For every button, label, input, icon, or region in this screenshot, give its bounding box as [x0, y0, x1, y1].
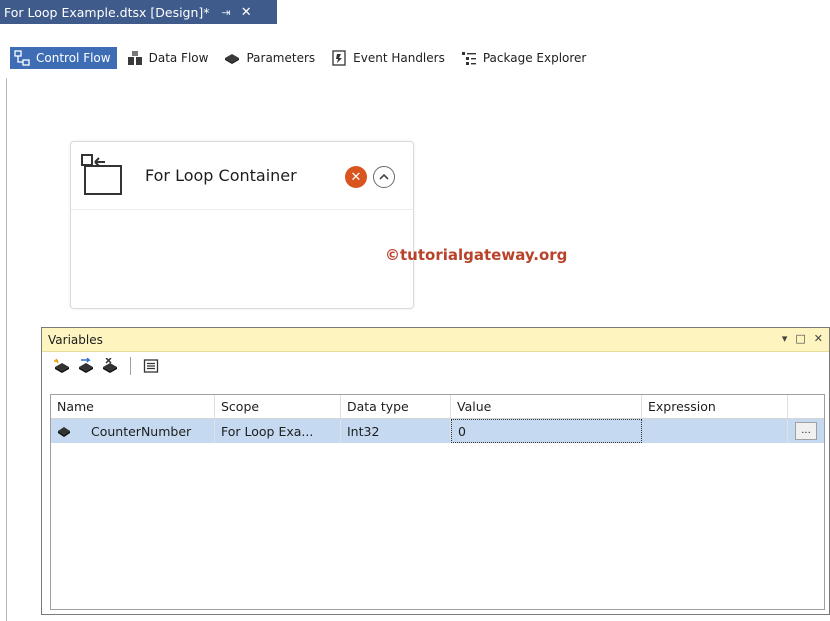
container-title: For Loop Container [145, 166, 297, 185]
variable-icon [57, 425, 71, 437]
column-header-blank [788, 395, 824, 418]
tab-data-flow[interactable]: Data Flow [123, 47, 215, 69]
tab-label: Package Explorer [482, 51, 587, 65]
variables-toolbar [42, 352, 829, 380]
table-row[interactable]: CounterNumber For Loop Exa... Int32 0 ..… [51, 419, 824, 443]
pin-icon[interactable]: ⇥ [222, 6, 231, 19]
tab-label: Event Handlers [353, 51, 445, 65]
cell-scope[interactable]: For Loop Exa... [215, 419, 341, 443]
close-icon[interactable]: ✕ [814, 332, 823, 345]
cell-value[interactable]: 0 [451, 419, 642, 443]
event-handlers-icon [331, 50, 347, 66]
for-loop-container[interactable]: For Loop Container ✕ [70, 141, 414, 309]
column-header-scope[interactable]: Scope [215, 395, 341, 418]
panel-controls: ▾ □ ✕ [782, 332, 823, 345]
tab-parameters[interactable]: Parameters [220, 47, 321, 69]
grid-header: Name Scope Data type Value Expression [51, 395, 824, 419]
column-header-name[interactable]: Name [51, 395, 215, 418]
panel-title: Variables [48, 332, 103, 347]
cell-button: ... [788, 419, 824, 443]
cell-name[interactable]: CounterNumber [51, 419, 215, 443]
maximize-icon[interactable]: □ [795, 332, 805, 345]
column-header-data-type[interactable]: Data type [341, 395, 451, 418]
tab-control-flow[interactable]: Control Flow [10, 47, 117, 69]
data-flow-icon [127, 50, 143, 66]
collapse-icon[interactable] [373, 166, 395, 188]
close-tab-icon[interactable]: ✕ [241, 5, 252, 20]
add-variable-icon[interactable] [52, 356, 72, 376]
variables-panel: Variables ▾ □ ✕ Name Scope Data type Val… [41, 327, 830, 615]
column-header-expression[interactable]: Expression [642, 395, 788, 418]
tab-label: Data Flow [148, 51, 209, 65]
tab-event-handlers[interactable]: Event Handlers [327, 47, 451, 69]
variables-grid: Name Scope Data type Value Expression Co… [50, 394, 825, 610]
variables-panel-title: Variables ▾ □ ✕ [42, 328, 829, 352]
cell-expression[interactable] [642, 419, 788, 443]
move-variable-icon[interactable] [76, 356, 96, 376]
error-icon[interactable]: ✕ [345, 166, 367, 188]
grid-options-icon[interactable] [141, 356, 161, 376]
tab-label: Control Flow [36, 51, 111, 65]
dropdown-icon[interactable]: ▾ [782, 332, 788, 345]
document-tabstrip: For Loop Example.dtsx [Design]* ⇥ ✕ [0, 0, 830, 38]
variable-name: CounterNumber [91, 423, 192, 439]
control-flow-icon [14, 50, 30, 66]
document-tab-title: For Loop Example.dtsx [Design]* [4, 4, 210, 20]
expression-ellipsis-button[interactable]: ... [795, 422, 817, 440]
delete-variable-icon[interactable] [100, 356, 120, 376]
document-tab[interactable]: For Loop Example.dtsx [Design]* ⇥ ✕ [0, 0, 277, 24]
column-header-value[interactable]: Value [451, 395, 642, 418]
designer-tabs: Control Flow Data Flow Parameters Event … [10, 46, 598, 70]
tab-label: Parameters [246, 51, 316, 65]
watermark: ©tutorialgateway.org [385, 246, 568, 264]
cell-data-type[interactable]: Int32 [341, 419, 451, 443]
tab-package-explorer[interactable]: Package Explorer [457, 47, 593, 69]
toolbar-separator [130, 357, 131, 375]
package-explorer-icon [461, 50, 477, 66]
parameters-icon [224, 50, 240, 66]
container-header[interactable]: For Loop Container ✕ [71, 142, 413, 210]
for-loop-icon [81, 154, 127, 203]
